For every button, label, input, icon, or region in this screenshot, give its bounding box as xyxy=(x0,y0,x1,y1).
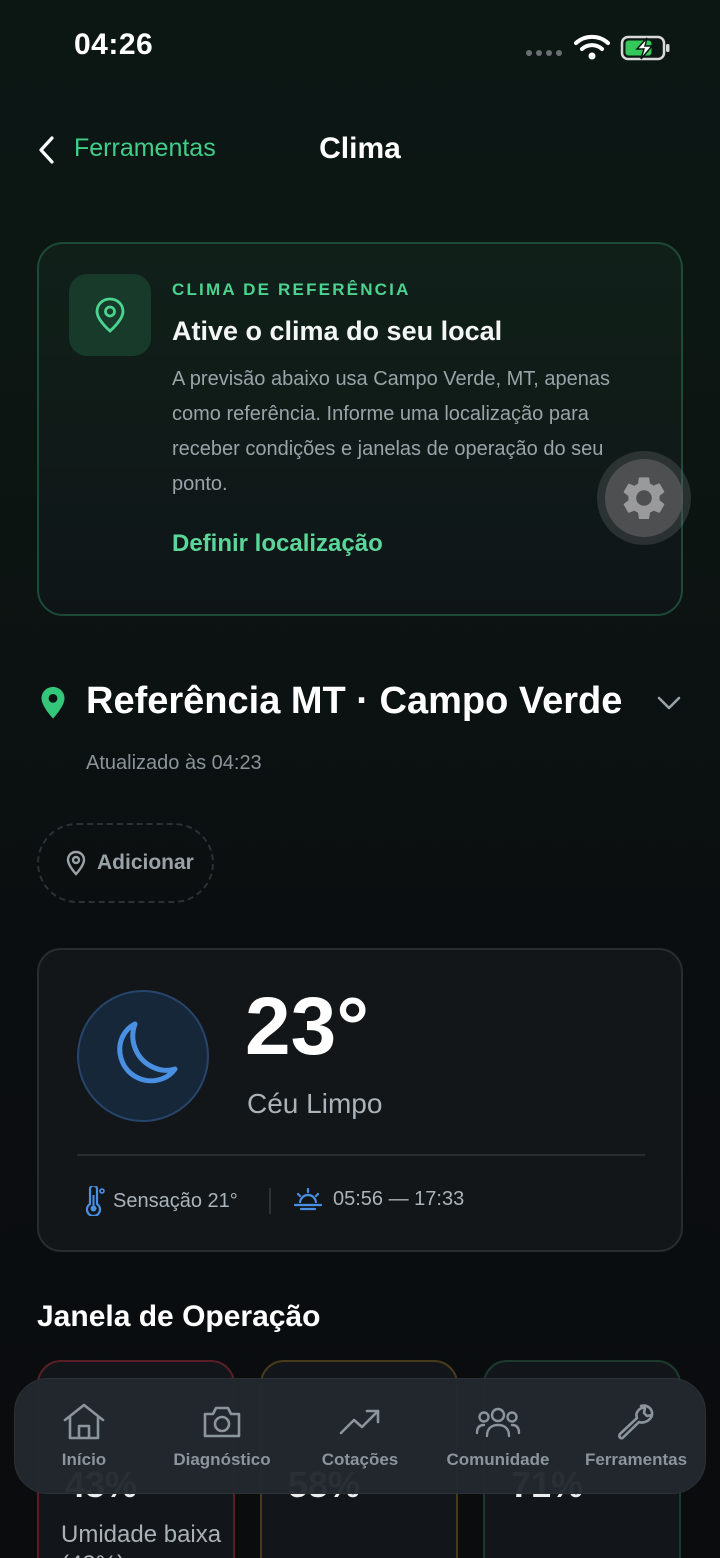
feels-like: Sensação 21° xyxy=(81,1186,238,1216)
add-location-label: Adicionar xyxy=(97,851,194,874)
gear-icon xyxy=(623,477,665,520)
tab-label: Ferramentas xyxy=(584,1450,688,1469)
tab-diagnostico[interactable]: Diagnóstico xyxy=(155,1402,290,1470)
sun-times-label: 05:56 — 17:33 xyxy=(333,1187,465,1210)
tab-label: Comunidade xyxy=(446,1450,550,1469)
moon-icon xyxy=(117,1021,178,1084)
add-location-button[interactable]: Adicionar xyxy=(37,823,214,903)
status-time: 04:26 xyxy=(74,28,154,61)
current-weather-card: 23° Céu Limpo Sensação 21° 05:56 — 17:33 xyxy=(37,948,683,1252)
tab-inicio[interactable]: Início xyxy=(17,1402,152,1470)
operation-window-title: Janela de Operação xyxy=(37,1300,321,1333)
divider xyxy=(77,1154,645,1156)
tab-label: Início xyxy=(61,1450,107,1469)
location-pin-outline-icon xyxy=(66,850,86,876)
settings-fab[interactable] xyxy=(597,451,691,545)
reference-kicker: CLIMA DE REFERÊNCIA xyxy=(172,280,411,299)
weather-condition: Céu Limpo xyxy=(247,1088,383,1119)
reference-location-card: CLIMA DE REFERÊNCIA Ative o clima do seu… xyxy=(37,242,683,616)
signal-icon xyxy=(526,50,562,56)
updated-timestamp: Atualizado às 04:23 xyxy=(86,752,262,774)
page-title: Clima xyxy=(319,132,401,165)
location-pin-icon xyxy=(95,297,125,333)
separator xyxy=(269,1188,271,1214)
sunrise-sunset: 05:56 — 17:33 xyxy=(293,1186,464,1212)
wifi-icon xyxy=(574,34,610,60)
battery-charging-icon xyxy=(620,35,670,61)
tab-cotacoes[interactable]: Cotações xyxy=(293,1402,428,1470)
tab-comunidade[interactable]: Comunidade xyxy=(431,1402,566,1470)
thermometer-icon xyxy=(85,1186,105,1216)
wrench-icon xyxy=(618,1404,654,1440)
home-icon xyxy=(63,1403,105,1440)
trending-up-icon xyxy=(339,1409,380,1435)
reference-description: A previsão abaixo usa Campo Verde, MT, a… xyxy=(172,368,611,495)
location-pin-icon xyxy=(41,687,65,719)
weather-icon-circle xyxy=(77,990,209,1122)
location-selector[interactable]: Referência MT · Campo Verde xyxy=(86,680,622,723)
tab-label: Cotações xyxy=(321,1450,399,1469)
feels-like-label: Sensação 21° xyxy=(113,1189,238,1212)
tab-ferramentas[interactable]: Ferramentas xyxy=(569,1402,704,1470)
chevron-down-icon[interactable] xyxy=(656,694,682,712)
reference-title: Ative o clima do seu local xyxy=(172,316,503,346)
camera-icon xyxy=(203,1406,241,1438)
operation-card-label: Umidade baixa (43%) xyxy=(61,1521,222,1558)
tab-label: Diagnóstico xyxy=(173,1450,271,1469)
sunrise-icon xyxy=(293,1187,323,1211)
set-location-button[interactable]: Definir localização xyxy=(172,530,383,558)
location-pin-icon-box xyxy=(69,274,151,356)
bottom-tab-bar: Início Diagnóstico Cotações Comunidade F… xyxy=(14,1378,706,1494)
current-temperature: 23° xyxy=(245,981,370,1072)
users-icon xyxy=(475,1407,521,1438)
